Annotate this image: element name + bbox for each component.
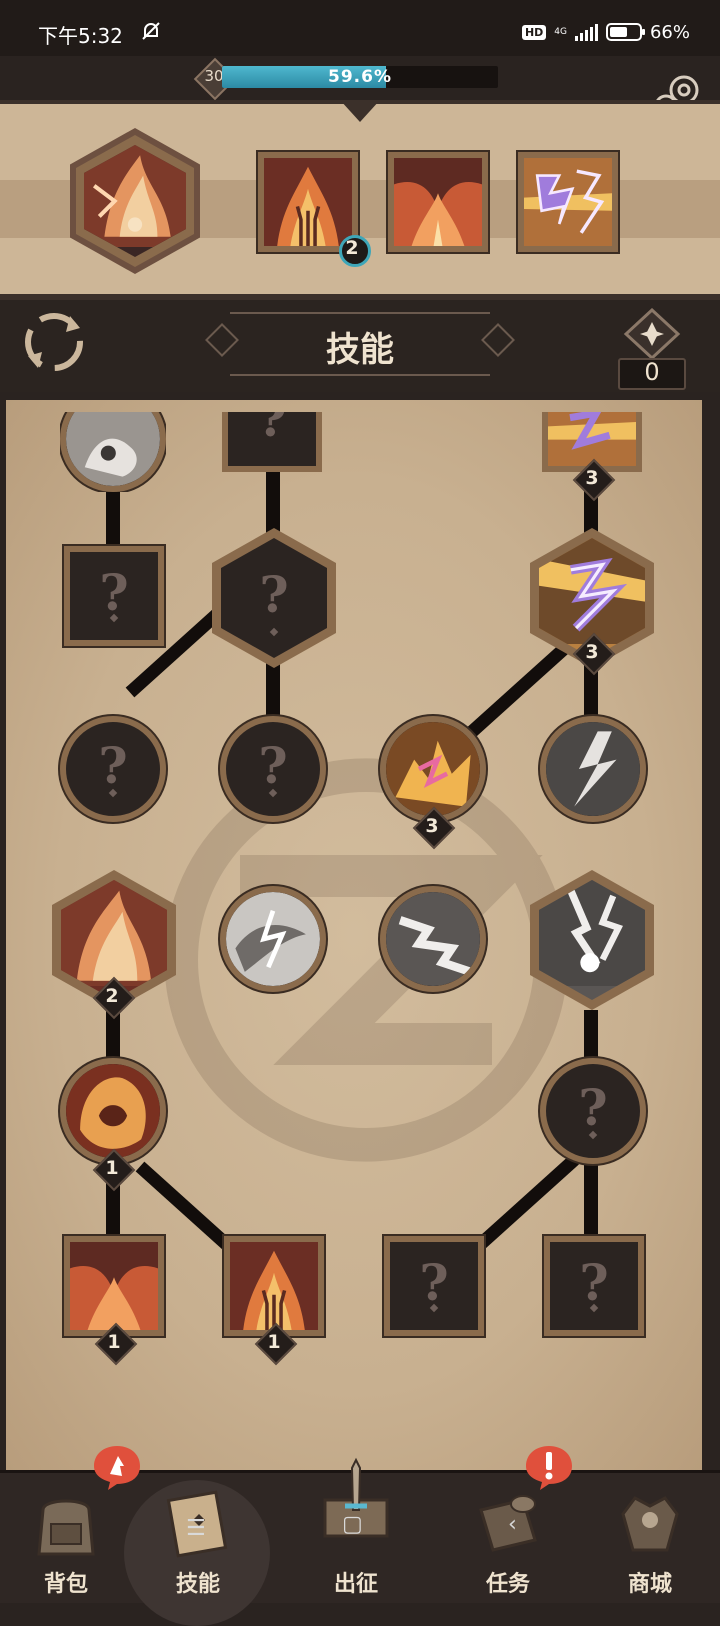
skill-level-badge: 3 bbox=[412, 806, 456, 850]
system-menu-icon[interactable]: ☰ bbox=[186, 1516, 206, 1541]
system-home-icon[interactable]: ▢ bbox=[342, 1512, 363, 1537]
fire-beast-icon bbox=[70, 1242, 158, 1330]
grey-zigzag-icon bbox=[386, 892, 480, 986]
exclamation-icon bbox=[524, 1444, 574, 1490]
grey-storm-icon bbox=[226, 892, 320, 986]
xp-text: 59.6% bbox=[328, 67, 392, 87]
battery-percent: 66% bbox=[649, 21, 690, 43]
equipped-slot-2[interactable] bbox=[388, 152, 488, 252]
equipped-slot-3[interactable] bbox=[518, 152, 618, 252]
question-icon: ? bbox=[578, 1077, 608, 1137]
compass-diamond-icon bbox=[623, 307, 681, 361]
hd-badge: HD bbox=[521, 24, 547, 40]
fire-lion-icon bbox=[66, 1064, 160, 1158]
question-icon: ? bbox=[257, 388, 287, 448]
skill-node-r3c3[interactable] bbox=[530, 870, 654, 1010]
battery-icon bbox=[605, 23, 645, 41]
grey-lightning-icon bbox=[546, 722, 640, 816]
skill-node-r5c1[interactable] bbox=[224, 1236, 324, 1336]
skill-level-badge: 1 bbox=[94, 1322, 138, 1366]
backpack-icon bbox=[37, 1499, 95, 1556]
question-icon: ? bbox=[258, 735, 288, 795]
skill-level-badge: 3 bbox=[572, 632, 616, 676]
skill-points-counter: 0 bbox=[614, 307, 690, 390]
skill-node-r4c3[interactable]: ? bbox=[540, 1058, 646, 1164]
skill-node-r5c2[interactable]: ? bbox=[384, 1236, 484, 1336]
player-header: 30 59.6% bbox=[0, 56, 720, 106]
skill-node-r1c1[interactable]: ? bbox=[212, 528, 336, 668]
skill-node-r5c0[interactable] bbox=[64, 1236, 164, 1336]
title-top-rule bbox=[230, 312, 490, 314]
question-icon: ? bbox=[98, 735, 128, 795]
signal-icon bbox=[574, 23, 598, 41]
lightning-bolt-icon bbox=[524, 158, 612, 246]
battery-fill bbox=[609, 27, 628, 37]
gold-lightning-icon bbox=[386, 722, 480, 816]
equipped-main-skill[interactable] bbox=[70, 128, 200, 274]
skill-level-badge: 3 bbox=[572, 458, 616, 502]
skill-node-r2c1[interactable]: ? bbox=[220, 716, 326, 822]
skill-node-r3c1[interactable] bbox=[220, 886, 326, 992]
skills-title-bar: 技能 0 bbox=[0, 300, 720, 392]
xp-bar: 59.6% bbox=[222, 66, 498, 88]
skill-node-r5c3[interactable]: ? bbox=[544, 1236, 644, 1336]
skill-level-badge: 1 bbox=[254, 1322, 298, 1366]
equipped-slot-1-count-badge: 2 bbox=[332, 228, 372, 268]
merchant-icon bbox=[621, 1496, 679, 1552]
title-bottom-rule bbox=[230, 374, 490, 376]
skill-node-r2c0[interactable]: ? bbox=[60, 716, 166, 822]
fire-beast-icon bbox=[394, 158, 482, 246]
page-title: 技能 bbox=[326, 330, 394, 370]
skill-node-r1c0[interactable]: ? bbox=[64, 546, 164, 646]
tree-connector bbox=[266, 660, 280, 720]
flame-hand-icon bbox=[230, 1242, 318, 1330]
nav-shop[interactable]: 商城 bbox=[580, 1470, 720, 1600]
watermark-emblem bbox=[164, 758, 568, 1162]
status-bar: 下午5:32 HD 4G 66% bbox=[0, 0, 720, 56]
status-time: 下午5:32 bbox=[38, 24, 123, 48]
skill-node-r3c2[interactable] bbox=[380, 886, 486, 992]
question-icon: ? bbox=[259, 564, 289, 624]
skill-level-badge: 1 bbox=[92, 1148, 136, 1192]
bell-muted-icon bbox=[140, 20, 162, 42]
skill-node-r2c3[interactable] bbox=[540, 716, 646, 822]
skill-points-value: 0 bbox=[644, 358, 660, 386]
system-back-icon[interactable]: ‹ bbox=[508, 1512, 517, 1537]
status-right: HD 4G 66% bbox=[521, 20, 690, 44]
tree-connector bbox=[584, 1160, 598, 1240]
network-type: 4G bbox=[554, 26, 567, 37]
skill-level-badge: 2 bbox=[92, 976, 136, 1020]
